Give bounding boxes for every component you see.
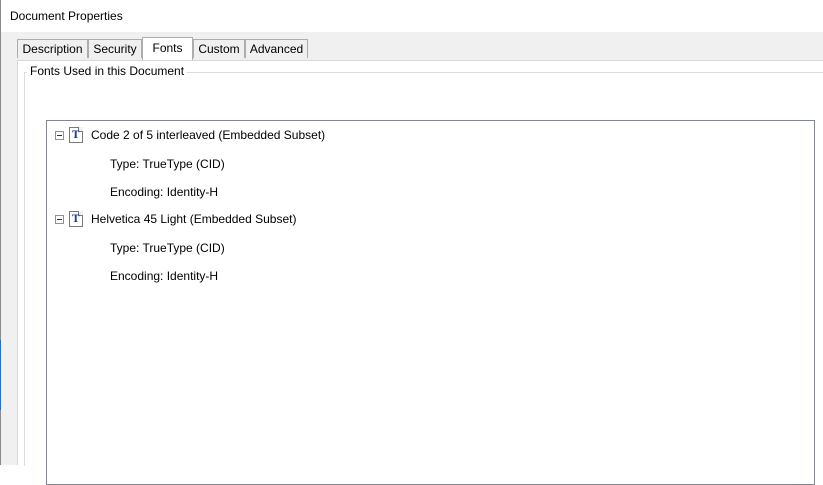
window-title: Document Properties [10,9,123,23]
font-node[interactable]: T Helvetica 45 Light (Embedded Subset) [55,210,296,228]
tab-advanced[interactable]: Advanced [245,39,308,58]
font-type-item[interactable]: Type: TrueType (CID) [110,157,225,171]
font-name: Code 2 of 5 interleaved (Embedded Subset… [91,128,326,142]
title-bar[interactable]: Document Properties [1,0,823,32]
font-encoding-item[interactable]: Encoding: Identity-H [110,185,218,199]
collapse-toggle-icon[interactable] [55,214,64,224]
truetype-font-icon: T [69,127,83,143]
fonts-group-title: Fonts Used in this Document [27,64,188,78]
fonts-tree-view[interactable]: T Code 2 of 5 interleaved (Embedded Subs… [46,120,815,485]
dialog-body: Description Security Fonts Custom Advanc… [1,32,823,485]
tab-custom[interactable]: Custom [193,39,245,58]
font-type-item[interactable]: Type: TrueType (CID) [110,241,225,255]
truetype-font-icon: T [69,211,83,227]
font-node[interactable]: T Code 2 of 5 interleaved (Embedded Subs… [55,126,325,144]
collapse-toggle-icon[interactable] [55,130,64,140]
font-name: Helvetica 45 Light (Embedded Subset) [91,212,297,226]
tab-fonts[interactable]: Fonts [142,37,193,60]
tab-description[interactable]: Description [17,39,88,58]
tab-security[interactable]: Security [88,39,142,58]
fonts-tab-panel: Fonts Used in this Document T Code 2 of … [17,60,823,485]
font-encoding-item[interactable]: Encoding: Identity-H [110,269,218,283]
